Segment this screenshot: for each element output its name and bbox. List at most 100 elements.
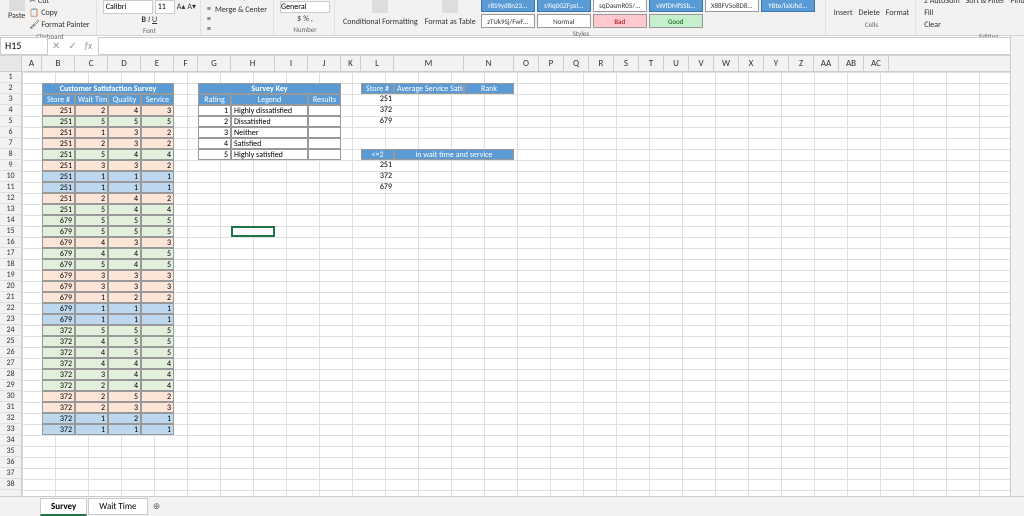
cell[interactable]: 2 [75,138,108,149]
cell[interactable]: Quality [108,94,141,105]
cell[interactable]: 4 [108,259,141,270]
col-header[interactable]: O [514,56,539,71]
cell[interactable]: 372 [42,402,75,413]
cell[interactable]: 3 [141,270,174,281]
cell[interactable]: 372 [42,336,75,347]
cell-style[interactable]: sqDasmR05/... [593,0,647,12]
cell[interactable]: 3 [75,369,108,380]
underline-button[interactable]: U [152,15,157,25]
cell[interactable] [308,149,341,160]
row-header[interactable]: 2 [0,83,21,94]
select-all-corner[interactable] [0,56,22,71]
align-buttons[interactable]: ≡ ≡ ≡ [211,0,227,3]
cell[interactable]: 251 [42,116,75,127]
cell[interactable]: 372 [361,105,394,116]
cell[interactable]: 3 [141,237,174,248]
tab-wait-time[interactable]: Wait Time [88,498,147,515]
cell[interactable]: 5 [141,325,174,336]
cell[interactable]: Highly dissatisfied [231,105,308,116]
percent-button[interactable]: % [303,14,309,24]
cell-style-normal[interactable]: Normal [537,14,591,28]
cell[interactable]: 251 [42,171,75,182]
increase-font-button[interactable]: A▴ [177,2,186,12]
cell[interactable]: 1 [141,314,174,325]
row-header[interactable]: 4 [0,105,21,116]
comma-button[interactable]: , [311,14,313,24]
cell[interactable]: 3 [141,105,174,116]
cell[interactable]: 5 [198,149,231,160]
tab-survey[interactable]: Survey [40,498,87,516]
cell[interactable]: 679 [42,303,75,314]
row-header[interactable]: 9 [0,160,21,171]
conditional-formatting-button[interactable]: Conditional Formatting [341,0,420,28]
cell[interactable]: 3 [108,127,141,138]
row-header[interactable]: 27 [0,358,21,369]
cell[interactable]: 2 [75,402,108,413]
cell[interactable]: 5 [141,215,174,226]
col-header[interactable]: I [275,56,308,71]
cell[interactable]: 679 [42,226,75,237]
cell[interactable]: 679 [42,281,75,292]
cell[interactable]: 2 [75,380,108,391]
cell[interactable]: 1 [75,127,108,138]
col-header[interactable]: AA [814,56,839,71]
col-header[interactable]: Z [789,56,814,71]
col-header[interactable]: Q [564,56,589,71]
currency-button[interactable]: $ [297,14,301,24]
cell[interactable]: 2 [141,160,174,171]
cell[interactable]: 2 [141,193,174,204]
cell-style-good[interactable]: Good [649,14,703,28]
format-painter-button[interactable]: 🖌 Format Painter [27,19,91,31]
cell[interactable] [308,127,341,138]
cell[interactable]: Satisfied [231,138,308,149]
col-header[interactable]: J [308,56,341,71]
cell[interactable]: Rating [198,94,231,105]
row-header[interactable]: 10 [0,171,21,182]
find-select-button[interactable]: Find & Select [1009,0,1024,31]
cell[interactable]: 679 [42,237,75,248]
cell[interactable]: 4 [108,105,141,116]
cell[interactable]: 679 [42,248,75,259]
cell[interactable]: 5 [75,215,108,226]
row-header[interactable]: 35 [0,446,21,457]
cell[interactable]: 251 [42,204,75,215]
col-header[interactable]: D [108,56,141,71]
cell[interactable]: 4 [75,358,108,369]
cell[interactable]: 679 [361,182,394,193]
cell[interactable]: Wait Time [75,94,108,105]
cell[interactable]: 4 [141,369,174,380]
col-header[interactable]: N [464,56,514,71]
cell[interactable]: 679 [42,215,75,226]
row-header[interactable]: 1 [0,72,21,83]
row-header[interactable]: 36 [0,457,21,468]
cell[interactable]: 2 [75,193,108,204]
col-header[interactable]: K [341,56,361,71]
row-header[interactable]: 7 [0,138,21,149]
insert-button[interactable]: Insert [832,7,855,19]
row-header[interactable]: 13 [0,204,21,215]
cell[interactable]: 5 [141,259,174,270]
row-header[interactable]: 18 [0,259,21,270]
col-header[interactable]: H [231,56,275,71]
cell[interactable]: Highly satisfied [231,149,308,160]
cell[interactable]: 4 [108,369,141,380]
cell[interactable]: 4 [141,358,174,369]
col-header[interactable]: AC [864,56,889,71]
cell[interactable]: 5 [75,204,108,215]
cell[interactable]: 3 [75,281,108,292]
cell-style[interactable]: r8S9yd8n23... [481,0,535,12]
cell[interactable]: Service [141,94,174,105]
cell[interactable]: 5 [141,116,174,127]
clear-button[interactable]: Clear [922,19,961,31]
row-header[interactable]: 30 [0,391,21,402]
col-header[interactable]: L [361,56,394,71]
cell[interactable]: 5 [141,226,174,237]
cell[interactable]: Average Service Satisfaction [394,83,464,94]
cell[interactable]: 1 [108,424,141,435]
cell[interactable]: 2 [108,413,141,424]
cell[interactable]: Store # [361,83,394,94]
cell[interactable]: 1 [141,424,174,435]
cell[interactable]: 2 [141,127,174,138]
cell[interactable]: 251 [42,193,75,204]
paste-button[interactable]: Paste [8,0,25,31]
